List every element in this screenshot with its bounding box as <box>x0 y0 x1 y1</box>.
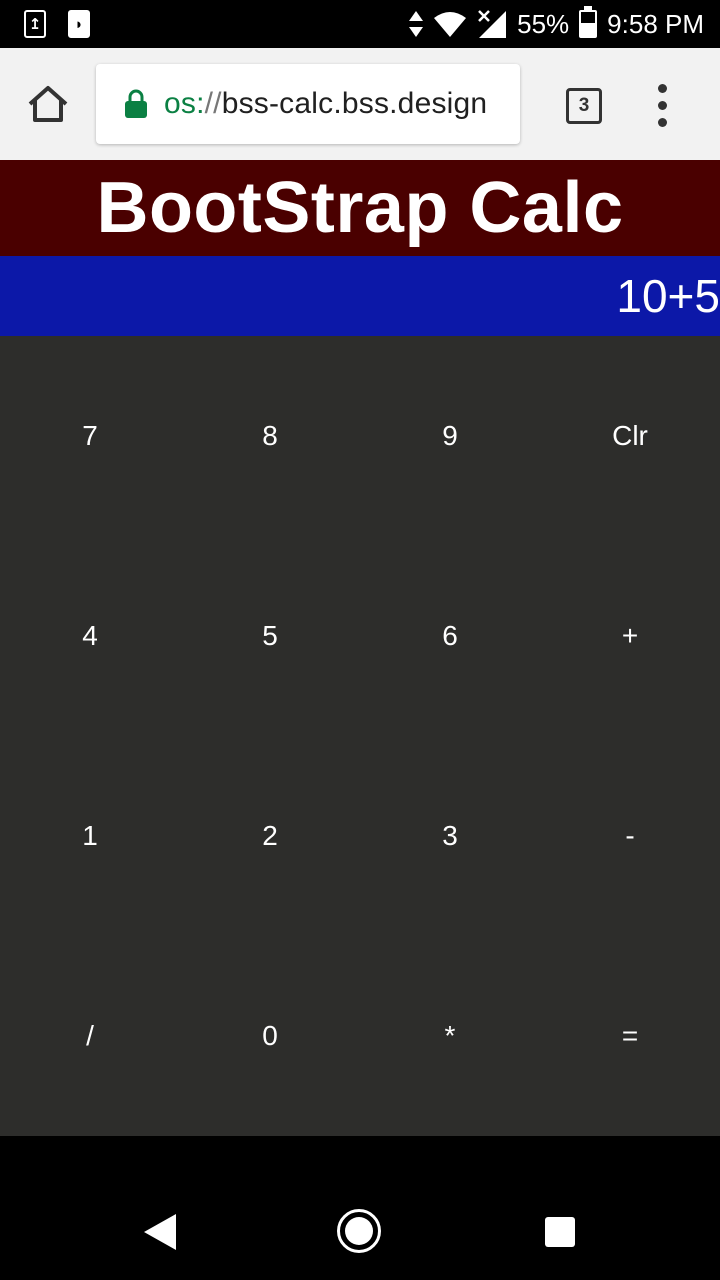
clock: 9:58 PM <box>607 8 704 39</box>
data-arrows-icon <box>409 11 424 37</box>
key-plus[interactable]: + <box>540 536 720 736</box>
sync-notification-icon: ↥ <box>24 10 46 38</box>
battery-percent: 55% <box>517 8 570 39</box>
browser-toolbar: os://bss-calc.bss.design 3 <box>0 48 720 160</box>
key-divide[interactable]: / <box>0 936 180 1136</box>
home-circle-icon[interactable] <box>337 1209 381 1253</box>
tabs-button[interactable]: 3 <box>566 88 602 124</box>
key-minus[interactable]: - <box>540 736 720 936</box>
url-separator: // <box>204 87 222 120</box>
status-bar: ↥ ◗ 55% 9:58 PM <box>0 0 720 48</box>
lock-icon <box>125 89 147 118</box>
phone-screen: ↥ ◗ 55% 9:58 PM os://bss-calc.bss.design… <box>0 0 720 1280</box>
url-scheme: os: <box>164 87 205 120</box>
key-1[interactable]: 1 <box>0 736 180 936</box>
key-2[interactable]: 2 <box>180 736 360 936</box>
system-nav-bar <box>0 1136 720 1280</box>
wifi-icon <box>434 12 467 37</box>
key-multiply[interactable]: * <box>360 936 540 1136</box>
url-host: bss-calc.bss.design <box>221 87 488 120</box>
back-icon[interactable] <box>142 1212 178 1252</box>
key-4[interactable]: 4 <box>0 536 180 736</box>
calc-display: 10+5 <box>0 256 720 336</box>
status-right: 55% 9:58 PM <box>409 0 704 48</box>
key-9[interactable]: 9 <box>360 336 540 536</box>
key-6[interactable]: 6 <box>360 536 540 736</box>
display-value: 10+5 <box>616 270 720 322</box>
key-0[interactable]: 0 <box>180 936 360 1136</box>
notification-icon: ◗ <box>68 10 90 38</box>
url-bar[interactable]: os://bss-calc.bss.design <box>96 64 520 144</box>
keypad: 7 8 9 Clr 4 5 6 + 1 2 3 - / 0 * = <box>0 336 720 1136</box>
app-title: BootStrap Calc <box>96 168 624 248</box>
signal-icon <box>478 10 507 38</box>
key-clear[interactable]: Clr <box>540 336 720 536</box>
key-8[interactable]: 8 <box>180 336 360 536</box>
status-left-icons: ↥ ◗ <box>24 10 90 38</box>
battery-icon <box>579 6 598 38</box>
key-3[interactable]: 3 <box>360 736 540 936</box>
recents-icon[interactable] <box>545 1217 575 1247</box>
tab-count: 3 <box>578 95 590 116</box>
url-text: os://bss-calc.bss.design <box>164 87 487 121</box>
key-5[interactable]: 5 <box>180 536 360 736</box>
home-icon[interactable] <box>26 84 70 124</box>
overflow-menu-icon[interactable] <box>650 84 676 128</box>
key-7[interactable]: 7 <box>0 336 180 536</box>
key-equals[interactable]: = <box>540 936 720 1136</box>
app-header: BootStrap Calc <box>0 160 720 256</box>
